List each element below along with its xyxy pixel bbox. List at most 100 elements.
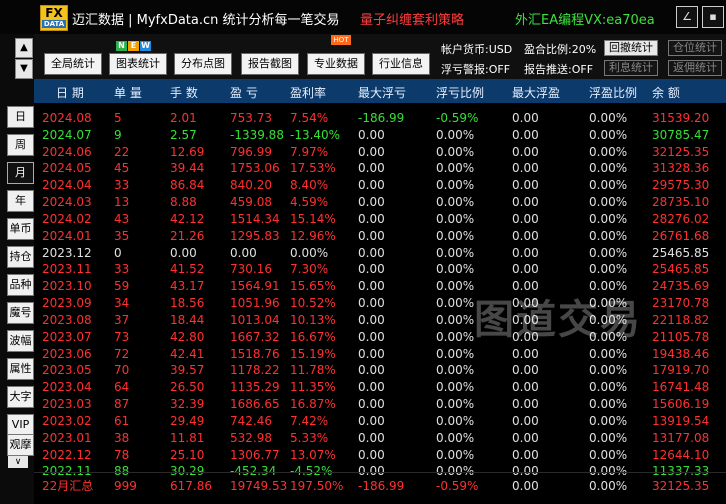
col-float-profit-ratio: 0.00% [589,111,628,125]
col-orders: 59 [114,279,130,294]
col-max-float-profit: 0.00 [512,161,539,176]
menu-scroll-down-button[interactable]: ∨ [8,456,28,468]
distribution-chart-button[interactable]: 分布点图 [174,53,232,75]
table-row[interactable]: 2024.04 33 86.84 840.20 8.40% 0.00 0.00% 0.00 0.… [34,177,726,194]
summary-col-lots: 617.86 [170,479,212,493]
table-row[interactable]: 2023.01 38 11.81 532.98 5.33% 0.00 0.00% 0.00 0.… [34,430,726,447]
table-row[interactable]: 2024.06 22 12.69 796.99 7.97% 0.00 0.00% 0.00 0.… [34,144,726,161]
table-row[interactable]: 2022.12 78 25.10 1306.77 13.07% 0.00 0.00% 0.00… [34,447,726,464]
header-col-balance[interactable]: 余 额 [652,84,680,101]
menu-observe[interactable]: 观摩 [7,434,34,456]
menu-positions[interactable]: 持仓 [7,246,34,268]
col-balance: 29575.30 [652,178,710,193]
logo-text-bottom: DATA [42,20,66,28]
col-date: 2024.03 [42,195,92,210]
col-lots: 43.17 [170,279,205,294]
menu-large-font[interactable]: 大字 [7,386,34,408]
tab-period-month[interactable]: 月 [7,162,34,184]
maximize-button[interactable]: ▪ [702,6,724,28]
col-profit-rate: 5.33% [290,430,329,445]
menu-single-currency[interactable]: 单币 [7,218,34,240]
scroll-down-button[interactable]: ▼ [15,59,33,79]
col-max-float-loss: 0.00 [358,346,385,361]
tab-period-week[interactable]: 周 [7,134,34,156]
table-row[interactable]: 2024.07 9 2.57 -1339.88 -13.40% 0.00 0.00% 0.00… [34,127,726,144]
table-row[interactable]: 2023.03 87 32.39 1686.65 16.87% 0.00 0.00% 0.00… [34,396,726,413]
header-col-max-float-loss[interactable]: 最大浮亏 [358,84,406,101]
drawdown-stats-button[interactable]: 回撤统计 [604,40,658,56]
industry-info-button[interactable]: 行业信息 [372,53,430,75]
col-profit-rate: 7.97% [290,144,329,159]
col-float-profit-ratio: 0.00% [589,127,628,142]
col-max-float-loss: 0.00 [358,312,385,327]
header-col-orders[interactable]: 单 量 [114,84,142,101]
global-stats-button[interactable]: 全局统计 [44,53,102,75]
header-col-profit[interactable]: 盈 亏 [230,84,258,101]
col-lots: 29.49 [170,413,205,428]
profit-ratio: 盈合比例:20% [524,43,597,56]
menu-attributes[interactable]: 属性 [7,358,34,380]
col-float-profit-ratio: 0.00% [589,144,628,159]
summary-col-max-float-profit: 0.00 [512,479,539,493]
col-profit: 0.00 [230,245,257,260]
menu-symbols[interactable]: 品种 [7,274,34,296]
tab-period-day[interactable]: 日 [7,106,34,128]
new-badge: N E W [116,41,152,51]
col-profit: -1339.88 [230,127,284,142]
col-max-float-loss: 0.00 [358,329,385,344]
col-float-loss-ratio: 0.00% [436,144,475,159]
summary-col-max-float-loss: -186.99 [358,479,405,493]
col-float-profit-ratio: 0.00% [589,262,628,277]
col-max-float-loss: 0.00 [358,430,385,445]
header-col-lots[interactable]: 手 数 [170,84,198,101]
monthly-stats-table: 日 期 单 量 手 数 盈 亏 盈利率 最大浮亏 浮亏比例 最大浮盈 浮盈比例余 额 2024.… [34,79,726,504]
header-col-profit-rate[interactable]: 盈利率 [290,84,326,101]
table-row[interactable]: 2023.02 61 29.49 742.46 7.42% 0.00 0.00% 0.00 0.… [34,413,726,430]
table-row[interactable]: 2023.04 64 26.50 1135.29 11.35% 0.00 0.00% 0.00… [34,379,726,396]
tab-period-year[interactable]: 年 [7,190,34,212]
menu-vip[interactable]: VIP [7,414,34,436]
table-row[interactable]: 2023.06 72 42.41 1518.76 15.19% 0.00 0.00% 0.00… [34,346,726,363]
table-row[interactable]: 2024.08 5 2.01 753.73 7.54% -186.99 -0.59% 0.00… [34,110,726,127]
table-row[interactable]: 2024.02 43 42.12 1514.34 15.14% 0.00 0.00% 0.00… [34,211,726,228]
col-float-loss-ratio: 0.00% [436,262,475,277]
col-orders: 61 [114,413,130,428]
col-float-loss-ratio: 0.00% [436,447,475,462]
contact-info: 外汇EA编程VX:ea70ea [515,13,655,28]
header-col-date[interactable]: 日 期 [56,84,84,101]
table-row[interactable]: 2023.11 33 41.52 730.16 7.30% 0.00 0.00% 0.00 0.… [34,261,726,278]
col-profit-rate: 7.54% [290,111,329,125]
menu-amplitude[interactable]: 波幅 [7,330,34,352]
col-orders: 0 [114,245,122,260]
table-row[interactable]: 2024.01 35 21.26 1295.83 12.96% 0.00 0.00% 0.00… [34,228,726,245]
col-profit: 1518.76 [230,346,280,361]
table-row[interactable]: 2023.05 70 39.57 1178.22 11.78% 0.00 0.00% 0.00… [34,362,726,379]
table-row[interactable]: 2024.05 45 39.44 1753.06 17.53% 0.00 0.00% 0.00… [34,160,726,177]
pro-data-button[interactable]: 专业数据 [307,53,365,75]
table-row[interactable]: 2024.03 13 8.88 459.08 4.59% 0.00 0.00% 0.00 0.0… [34,194,726,211]
table-row[interactable]: 2023.12 0 0.00 0.00 0.00% 0.00 0.00% 0.00 0.00% 2… [34,245,726,262]
scroll-up-button[interactable]: ▲ [15,38,33,58]
chart-stats-button[interactable]: 图表统计 [109,53,167,75]
col-float-loss-ratio: 0.00% [436,161,475,176]
header-col-float-loss-ratio[interactable]: 浮亏比例 [436,84,484,101]
col-lots: 18.56 [170,296,205,311]
interest-stats-button[interactable]: 利息统计 [604,60,658,76]
col-float-loss-ratio: 0.00% [436,413,475,428]
col-profit-rate: 15.65% [290,279,336,294]
report-screenshot-button[interactable]: 报告截图 [241,53,299,75]
col-profit: 1295.83 [230,228,280,243]
logo-text-top: FX [45,6,63,20]
col-orders: 9 [114,127,122,142]
header-col-float-profit-ratio[interactable]: 浮盈比例 [589,84,637,101]
col-date: 2023.01 [42,430,92,445]
left-sidebar: ▲ ▼ 日 周 月 年 单币 持仓 品种 魔号 波幅 属性 大字 VIP 观摩 … [0,34,34,504]
summary-col-orders: 999 [114,479,137,493]
menu-magic-number[interactable]: 魔号 [7,302,34,324]
minimize-button[interactable]: ∠ [676,6,698,28]
position-stats-button[interactable]: 仓位统计 [668,40,722,56]
header-col-max-float-profit[interactable]: 最大浮盈 [512,84,560,101]
col-max-float-loss: 0.00 [358,279,385,294]
rebate-stats-button[interactable]: 返佣统计 [668,60,722,76]
col-float-loss-ratio: 0.00% [436,363,475,378]
